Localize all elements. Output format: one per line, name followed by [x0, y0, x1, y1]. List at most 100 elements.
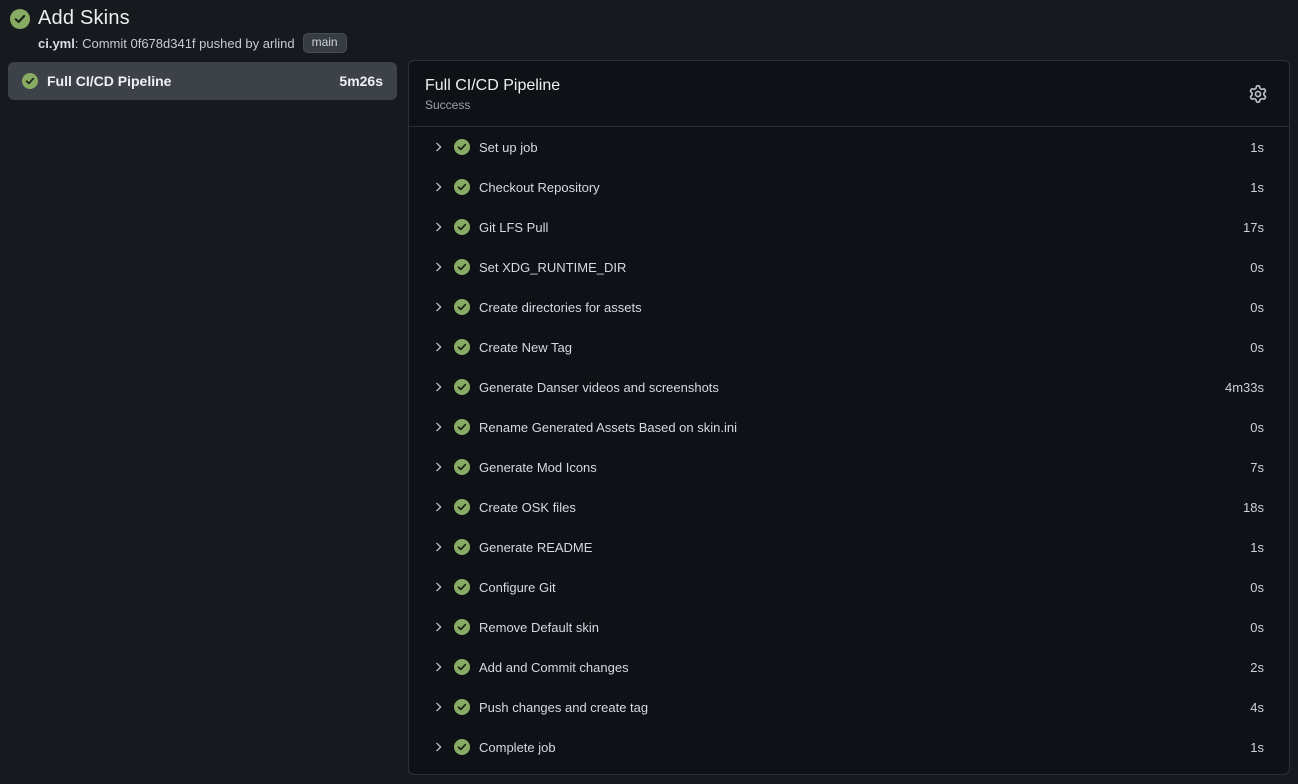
step-name: Configure Git	[479, 580, 1250, 595]
run-title: Add Skins	[38, 7, 130, 30]
chevron-right-icon	[431, 740, 445, 754]
step-name: Checkout Repository	[479, 180, 1250, 195]
step-row[interactable]: Configure Git 0s	[409, 567, 1289, 607]
step-success-icon	[454, 179, 470, 195]
step-row[interactable]: Create OSK files 18s	[409, 487, 1289, 527]
step-success-icon	[454, 579, 470, 595]
step-duration: 17s	[1243, 220, 1264, 235]
step-row[interactable]: Git LFS Pull 17s	[409, 207, 1289, 247]
step-success-icon	[454, 259, 470, 275]
step-name: Set up job	[479, 140, 1250, 155]
workflow-file: ci.yml	[38, 36, 75, 51]
gear-icon	[1249, 85, 1267, 103]
job-success-icon	[22, 73, 38, 89]
job-duration: 5m26s	[339, 73, 383, 89]
run-success-icon	[10, 9, 30, 29]
step-success-icon	[454, 419, 470, 435]
step-duration: 0s	[1250, 620, 1264, 635]
step-duration: 1s	[1250, 540, 1264, 555]
chevron-right-icon	[431, 220, 445, 234]
step-row[interactable]: Checkout Repository 1s	[409, 167, 1289, 207]
branch-badge[interactable]: main	[303, 33, 347, 53]
step-success-icon	[454, 299, 470, 315]
job-settings-button[interactable]	[1245, 81, 1271, 107]
chevron-right-icon	[431, 380, 445, 394]
job-item-full-cicd-pipeline[interactable]: Full CI/CD Pipeline 5m26s	[8, 62, 397, 100]
step-row[interactable]: Generate README 1s	[409, 527, 1289, 567]
step-duration: 0s	[1250, 300, 1264, 315]
run-panel: Full CI/CD Pipeline Success Set up job 1…	[408, 60, 1290, 775]
step-duration: 7s	[1250, 460, 1264, 475]
step-success-icon	[454, 459, 470, 475]
run-info-text: pushed by	[196, 36, 263, 51]
step-row[interactable]: Rename Generated Assets Based on skin.in…	[409, 407, 1289, 447]
step-success-icon	[454, 339, 470, 355]
author-link[interactable]: arlind	[263, 36, 295, 51]
panel-header: Full CI/CD Pipeline Success	[409, 61, 1289, 127]
step-row[interactable]: Generate Mod Icons 7s	[409, 447, 1289, 487]
step-duration: 0s	[1250, 340, 1264, 355]
step-row[interactable]: Remove Default skin 0s	[409, 607, 1289, 647]
steps-list: Set up job 1s Checkout Repository 1s Git…	[409, 127, 1289, 774]
step-duration: 1s	[1250, 180, 1264, 195]
step-duration: 0s	[1250, 260, 1264, 275]
step-name: Create OSK files	[479, 500, 1243, 515]
step-name: Remove Default skin	[479, 620, 1250, 635]
step-name: Generate README	[479, 540, 1250, 555]
step-name: Set XDG_RUNTIME_DIR	[479, 260, 1250, 275]
chevron-right-icon	[431, 340, 445, 354]
step-success-icon	[454, 379, 470, 395]
step-name: Git LFS Pull	[479, 220, 1243, 235]
job-name: Full CI/CD Pipeline	[47, 73, 330, 89]
step-success-icon	[454, 659, 470, 675]
step-success-icon	[454, 499, 470, 515]
chevron-right-icon	[431, 420, 445, 434]
run-info-text: : Commit	[75, 36, 131, 51]
step-duration: 4m33s	[1225, 380, 1264, 395]
step-duration: 4s	[1250, 700, 1264, 715]
step-row[interactable]: Generate Danser videos and screenshots 4…	[409, 367, 1289, 407]
chevron-right-icon	[431, 540, 445, 554]
step-name: Add and Commit changes	[479, 660, 1250, 675]
step-duration: 1s	[1250, 740, 1264, 755]
step-duration: 2s	[1250, 660, 1264, 675]
chevron-right-icon	[431, 660, 445, 674]
jobs-sidebar: Full CI/CD Pipeline 5m26s	[8, 62, 397, 100]
step-duration: 18s	[1243, 500, 1264, 515]
chevron-right-icon	[431, 460, 445, 474]
step-name: Generate Danser videos and screenshots	[479, 380, 1225, 395]
chevron-right-icon	[431, 700, 445, 714]
panel-job-title: Full CI/CD Pipeline	[425, 75, 1245, 96]
chevron-right-icon	[431, 300, 445, 314]
step-success-icon	[454, 139, 470, 155]
step-row[interactable]: Set XDG_RUNTIME_DIR 0s	[409, 247, 1289, 287]
step-row[interactable]: Create New Tag 0s	[409, 327, 1289, 367]
step-success-icon	[454, 619, 470, 635]
chevron-right-icon	[431, 500, 445, 514]
chevron-right-icon	[431, 620, 445, 634]
chevron-right-icon	[431, 180, 445, 194]
run-header: Add Skins ci.yml: Commit 0f678d341f push…	[10, 7, 347, 53]
run-info: ci.yml: Commit 0f678d341f pushed by arli…	[38, 33, 347, 53]
step-row[interactable]: Add and Commit changes 2s	[409, 647, 1289, 687]
step-name: Generate Mod Icons	[479, 460, 1250, 475]
step-success-icon	[454, 539, 470, 555]
step-success-icon	[454, 699, 470, 715]
step-success-icon	[454, 739, 470, 755]
step-row[interactable]: Push changes and create tag 4s	[409, 687, 1289, 727]
chevron-right-icon	[431, 580, 445, 594]
step-name: Rename Generated Assets Based on skin.in…	[479, 420, 1250, 435]
step-row[interactable]: Create directories for assets 0s	[409, 287, 1289, 327]
step-duration: 0s	[1250, 420, 1264, 435]
step-name: Create New Tag	[479, 340, 1250, 355]
step-duration: 1s	[1250, 140, 1264, 155]
step-row[interactable]: Complete job 1s	[409, 727, 1289, 767]
step-row[interactable]: Set up job 1s	[409, 127, 1289, 167]
panel-job-status: Success	[425, 98, 1245, 112]
step-name: Create directories for assets	[479, 300, 1250, 315]
chevron-right-icon	[431, 260, 445, 274]
step-success-icon	[454, 219, 470, 235]
step-name: Complete job	[479, 740, 1250, 755]
commit-hash-link[interactable]: 0f678d341f	[130, 36, 195, 51]
step-duration: 0s	[1250, 580, 1264, 595]
